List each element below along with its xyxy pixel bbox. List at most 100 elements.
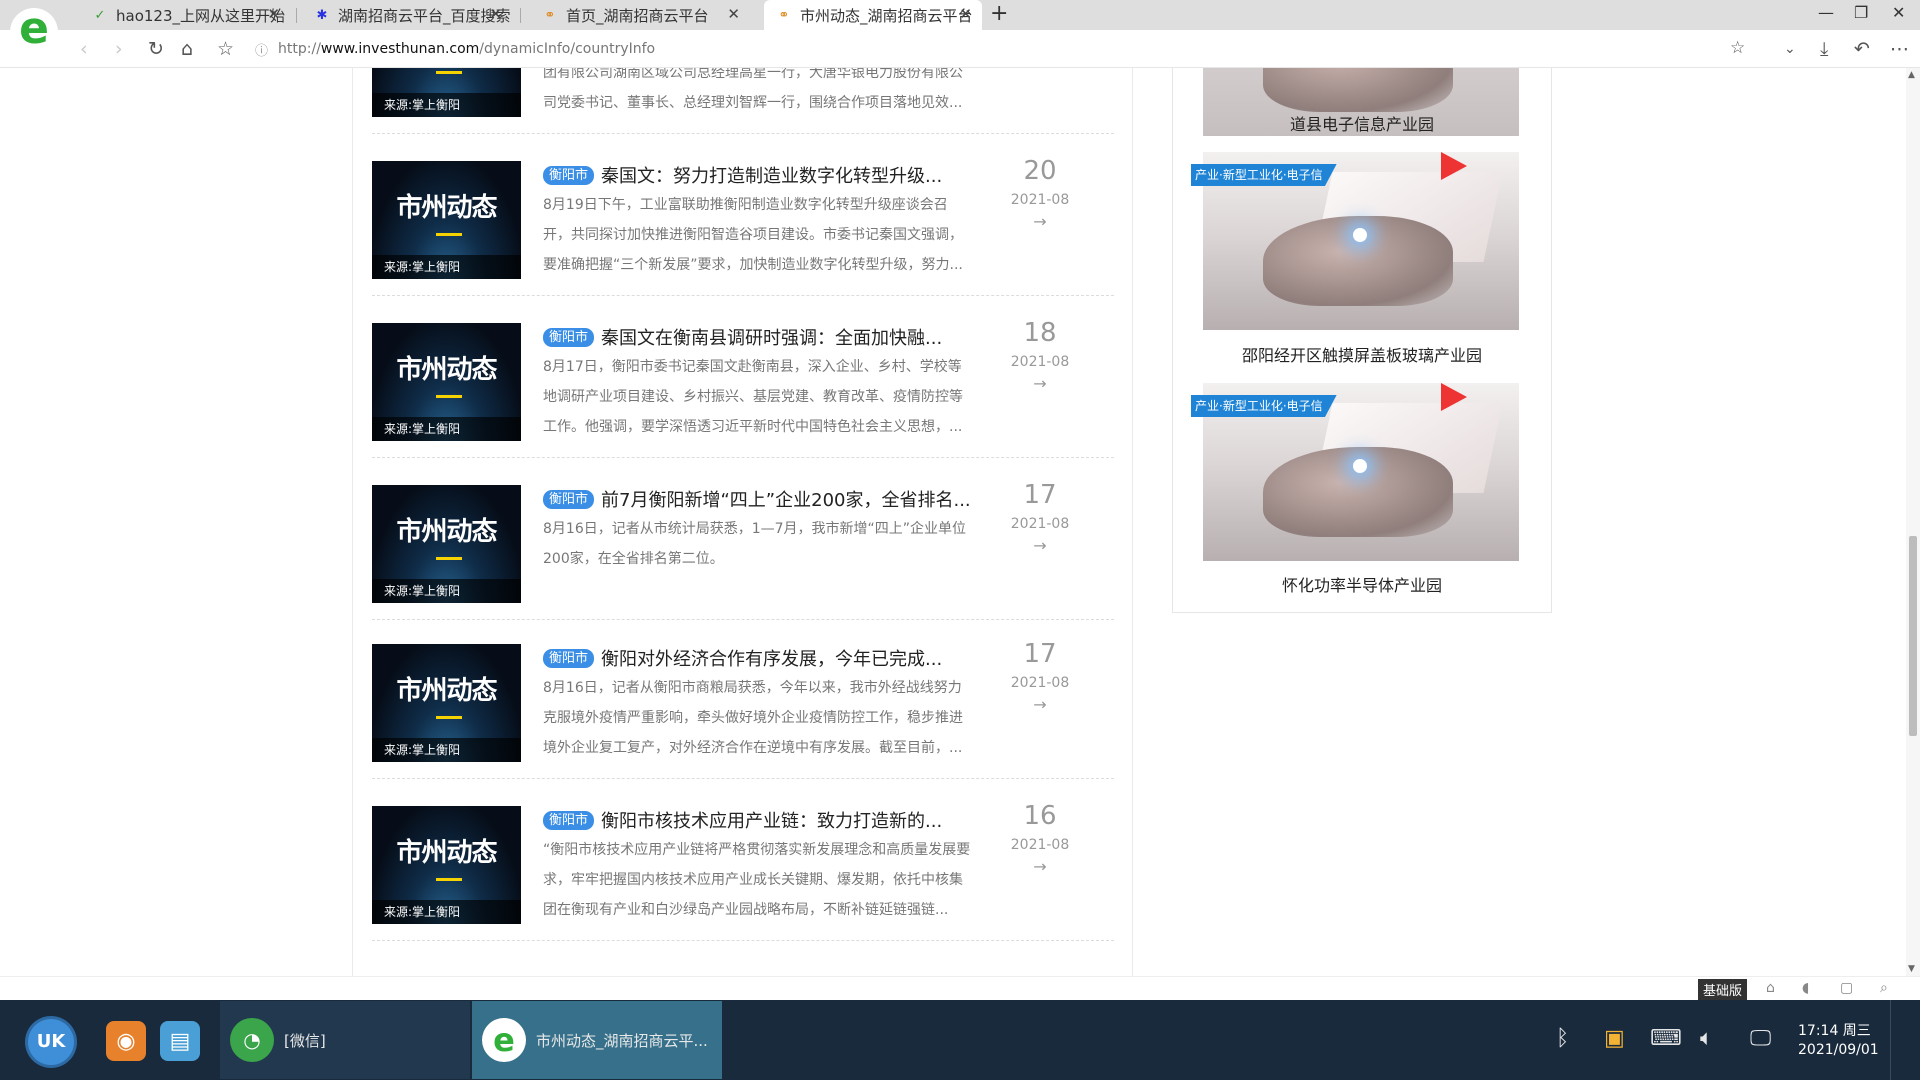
restore-icon[interactable]: ❐	[1854, 3, 1868, 22]
news-day: 18	[1023, 318, 1057, 348]
forward-icon[interactable]: ›	[115, 38, 123, 60]
home-icon[interactable]: ⌂	[181, 38, 193, 60]
volume-icon[interactable]: 🔈︎	[1700, 1026, 1713, 1051]
start-menu-button[interactable]: UK	[28, 1019, 74, 1065]
arrow-right-icon[interactable]: →	[998, 374, 1082, 393]
news-thumbnail[interactable]: 市州动态来源:掌上衡阳	[372, 161, 521, 279]
file-manager-icon[interactable]: ▤	[160, 1021, 200, 1061]
news-summary: 8月16日，记者从衡阳市商粮局获悉，今年以来，我市外经战线努力克服境外疫情严重影…	[543, 680, 963, 756]
desktop-screen: ✓ hao123_上网从这里开始 ✕ ✱ 湖南招商云平台_百度搜索 ✕ ⚭ 首页…	[0, 0, 1920, 1080]
bluetooth-icon[interactable]: ᛒ	[1556, 1026, 1569, 1051]
network-icon[interactable]: 🖵︎	[1750, 1026, 1771, 1051]
tab-hao123[interactable]: ✓ hao123_上网从这里开始 ✕	[80, 0, 290, 30]
news-item[interactable]: 市州动态 来源:掌上衡阳 衡阳市 秦国文：努力打造制造业数字化转型升级... 8月19日…	[372, 134, 1114, 296]
news-summary: 8月17日，衡阳市委书记秦国文赴衡南县，深入企业、乡村、学校等地调研产业项目建设…	[543, 359, 963, 435]
scrollbar-thumb[interactable]	[1909, 536, 1917, 736]
task-browser[interactable]: e 市州动态_湖南招商云平...	[472, 1001, 722, 1079]
news-heading: 衡阳市 前7月衡阳新增“四上”企业200家，全省排名...	[543, 486, 973, 512]
news-title-link[interactable]: 前7月衡阳新增“四上”企业200家，全省排名...	[601, 486, 971, 512]
news-day: 17	[1023, 639, 1057, 669]
tab-city-dynamics[interactable]: ⚭ 市州动态_湖南招商云平台 ✕	[764, 0, 982, 30]
tab-home[interactable]: ⚭ 首页_湖南招商云平台 ✕	[530, 0, 750, 30]
input-method-icon[interactable]: ▣	[1604, 1026, 1625, 1051]
scroll-up-icon[interactable]: ▲	[1908, 70, 1915, 80]
park-name[interactable]: 邵阳经开区触摸屏盖板玻璃产业园	[1173, 342, 1551, 366]
news-thumbnail[interactable]: 市州动态来源:掌上衡阳	[372, 323, 521, 441]
arrow-right-icon[interactable]: →	[998, 695, 1082, 714]
task-wechat[interactable]: ◔ [微信]	[220, 1001, 470, 1079]
undo-icon[interactable]: ↶	[1854, 38, 1870, 60]
park-name[interactable]: 怀化功率半导体产业园	[1173, 572, 1551, 596]
tab-baidu-search[interactable]: ✱ 湖南招商云平台_百度搜索 ✕	[302, 0, 512, 30]
news-month: 2021-08	[1010, 192, 1070, 208]
download-icon[interactable]: ⤓	[1820, 38, 1828, 60]
arrow-right-icon[interactable]: →	[998, 68, 1082, 69]
browser-logo-icon[interactable]: e	[10, 7, 58, 56]
show-desktop-button[interactable]	[1890, 1000, 1920, 1080]
minimize-icon[interactable]: —	[1818, 3, 1834, 22]
news-heading: 衡阳市 衡阳对外经济合作有序发展，今年已完成...	[543, 645, 973, 671]
thumbnail-accent	[436, 716, 462, 719]
site-info-icon[interactable]: ⓘ	[255, 40, 268, 59]
tab-close-icon[interactable]: ✕	[267, 5, 280, 23]
firefox-icon[interactable]: ◉	[106, 1021, 146, 1061]
city-tag[interactable]: 衡阳市	[543, 648, 595, 668]
thumbnail-title: 市州动态	[396, 517, 497, 547]
window-icon[interactable]: ▢	[1840, 980, 1853, 996]
news-thumbnail[interactable]: 市州动态来源:掌上衡阳	[372, 806, 521, 924]
pin-icon[interactable]: ⌂	[1766, 980, 1775, 996]
news-month: 2021-08	[1010, 354, 1070, 370]
scroll-down-icon[interactable]: ▼	[1908, 964, 1915, 974]
news-item[interactable]: 市州动态 来源:掌上衡阳 衡阳市 衡阳市核技术应用产业链：致力打造新的... “衡阳市核…	[372, 779, 1114, 941]
city-tag[interactable]: 衡阳市	[543, 165, 595, 185]
city-tag[interactable]: 衡阳市	[543, 489, 595, 509]
news-thumbnail[interactable]: 市州动态来源:掌上衡阳	[372, 644, 521, 762]
news-title-link[interactable]: 衡阳市核技术应用产业链：致力打造新的...	[601, 807, 942, 833]
news-title-link[interactable]: 秦国文在衡南县调研时强调：全面加快融...	[601, 324, 942, 350]
news-item[interactable]: 市州动态 来源:掌上衡阳 衡阳市 秦国文在衡南县调研时强调：全面加快融... 8月17日…	[372, 296, 1114, 458]
back-icon[interactable]: ‹	[80, 38, 88, 60]
city-tag[interactable]: 衡阳市	[543, 810, 595, 830]
arrow-right-icon[interactable]: →	[998, 857, 1082, 876]
new-tab-button[interactable]: +	[990, 1, 1008, 26]
chevron-down-icon[interactable]: ⌄	[1784, 41, 1796, 57]
close-window-icon[interactable]: ✕	[1892, 3, 1905, 22]
tab-close-icon[interactable]: ✕	[489, 5, 502, 23]
menu-dots-icon[interactable]: ⋯	[1890, 38, 1909, 60]
vertical-scrollbar[interactable]: ▲ ▼	[1906, 68, 1920, 976]
arrow-right-icon[interactable]: →	[998, 536, 1082, 555]
news-month: 2021-08	[1010, 837, 1070, 853]
park-name[interactable]: 道县电子信息产业园	[1173, 111, 1551, 135]
city-tag[interactable]: 衡阳市	[543, 327, 595, 347]
news-item[interactable]: 市州动态 来源:掌上衡阳 衡阳市 衡阳对外经济合作有序发展，今年已完成... 8月16日…	[372, 617, 1114, 779]
news-item[interactable]: 市州动态来源:掌上衡阳 8月18日下午，衡阳市委书记秦国文先后会见到访的长江生态环…	[372, 68, 1114, 134]
zoom-icon[interactable]: ⌕	[1880, 980, 1888, 996]
play-icon	[1441, 383, 1467, 411]
park-photo-detail	[1263, 68, 1453, 112]
keyboard-icon[interactable]: ⌨	[1650, 1026, 1682, 1051]
reload-icon[interactable]: ↻	[148, 38, 164, 60]
sound-icon[interactable]: ◖	[1802, 980, 1809, 996]
browser-status-bar: 基础版 ⌂ ◖ ▢ ⌕	[0, 976, 1920, 1000]
thumbnail-source: 来源:掌上衡阳	[372, 417, 521, 441]
arrow-right-icon[interactable]: →	[998, 212, 1082, 231]
thumbnail-accent	[436, 557, 462, 560]
basic-mode-button[interactable]: 基础版	[1698, 979, 1748, 1000]
favorite-star-icon[interactable]: ☆	[217, 38, 234, 60]
tab-close-icon[interactable]: ✕	[727, 5, 740, 23]
park-photo-detail	[1353, 228, 1367, 242]
news-summary: 8月18日下午，衡阳市委书记秦国文先后会见到访的长江生态环保集团有限公司湖南区域…	[543, 68, 963, 111]
news-item[interactable]: 市州动态 来源:掌上衡阳 衡阳市 前7月衡阳新增“四上”企业200家，全省排名... 8…	[372, 458, 1114, 620]
system-clock[interactable]: 17:14 周三 2021/09/01	[1798, 1022, 1879, 1060]
news-thumbnail[interactable]: 市州动态来源:掌上衡阳	[372, 485, 521, 603]
bookmark-star-icon[interactable]: ☆	[1730, 38, 1745, 58]
news-thumbnail[interactable]: 市州动态来源:掌上衡阳	[372, 68, 521, 117]
news-title-link[interactable]: 衡阳对外经济合作有序发展，今年已完成...	[601, 645, 942, 671]
tab-close-icon[interactable]: ✕	[959, 5, 972, 23]
content-border	[1132, 68, 1133, 976]
park-category-badge: 产业·新型工业化·电子信	[1191, 395, 1337, 417]
address-bar[interactable]: ⓘ http://www.investhunan.com/dynamicInfo…	[255, 36, 1755, 62]
news-title-link[interactable]: 秦国文：努力打造制造业数字化转型升级...	[601, 162, 942, 188]
link-favicon-icon: ⚭	[544, 7, 556, 23]
play-icon	[1441, 152, 1467, 180]
